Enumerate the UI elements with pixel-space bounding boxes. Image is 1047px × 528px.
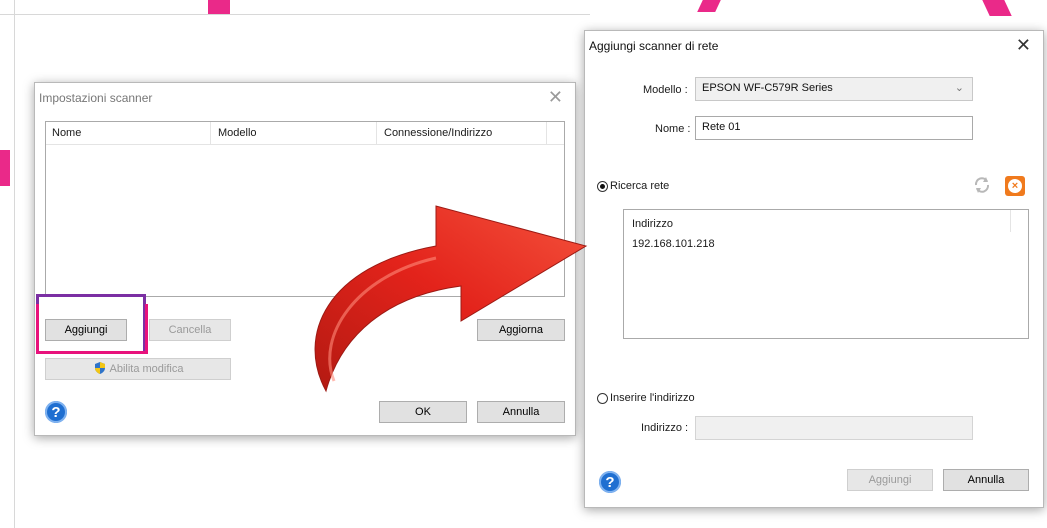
stop-icon[interactable]: ×: [1005, 176, 1025, 196]
add-network-scanner-dialog: Aggiungi scanner di rete ✕ Modello : EPS…: [584, 30, 1044, 508]
decorative-pink-strip: [208, 0, 230, 14]
model-select-value: EPSON WF-C579R Series: [702, 82, 833, 94]
address-input[interactable]: [695, 416, 973, 440]
column-header-connection[interactable]: Connessione/Indirizzo: [384, 127, 492, 139]
frame-line: [0, 14, 590, 15]
address-list-header[interactable]: Indirizzo: [632, 218, 673, 230]
address-label: Indirizzo :: [641, 422, 689, 434]
address-list-item[interactable]: 192.168.101.218: [632, 238, 715, 250]
stop-icon-mark: ×: [1008, 179, 1022, 193]
highlight-box-pink: [36, 304, 148, 354]
decorative-pink-strip: [697, 0, 721, 12]
shield-icon: [93, 361, 107, 378]
help-icon[interactable]: ?: [599, 471, 621, 493]
chevron-down-icon: ⌄: [954, 82, 964, 94]
add-network-scanner-titlebar: Aggiungi scanner di rete ✕: [585, 31, 1043, 61]
add-button[interactable]: Aggiungi: [847, 469, 933, 491]
enable-edit-label: Abilita modifica: [109, 363, 184, 375]
enter-address-label[interactable]: Inserire l'indirizzo: [610, 392, 695, 404]
scanner-list-header: Nome Modello Connessione/Indirizzo: [46, 122, 564, 145]
column-divider: [210, 122, 211, 144]
decorative-pink-strip: [0, 150, 10, 186]
address-list[interactable]: Indirizzo 192.168.101.218: [623, 209, 1029, 339]
column-divider: [376, 122, 377, 144]
name-label: Nome :: [655, 123, 691, 135]
help-icon[interactable]: ?: [45, 401, 67, 423]
column-header-model[interactable]: Modello: [218, 127, 257, 139]
name-input[interactable]: Rete 01: [695, 116, 973, 140]
column-divider: [1010, 210, 1011, 232]
model-select[interactable]: EPSON WF-C579R Series ⌄: [695, 77, 973, 101]
cancel-button[interactable]: Annulla: [943, 469, 1029, 491]
search-network-label[interactable]: Ricerca rete: [610, 180, 669, 192]
column-header-name[interactable]: Nome: [52, 127, 81, 139]
dialog-title: Aggiungi scanner di rete: [589, 39, 719, 53]
column-divider: [546, 122, 547, 144]
scanner-settings-titlebar: Impostazioni scanner ✕: [35, 83, 575, 113]
dialog-title: Impostazioni scanner: [39, 91, 153, 105]
delete-button[interactable]: Cancella: [149, 319, 231, 341]
refresh-icon[interactable]: [971, 174, 993, 199]
model-label: Modello :: [643, 84, 688, 96]
enable-edit-button[interactable]: Abilita modifica: [45, 358, 231, 380]
close-icon[interactable]: ✕: [1016, 35, 1031, 56]
frame-line: [14, 0, 15, 528]
red-arrow-icon: [314, 205, 588, 393]
decorative-pink-strip: [982, 0, 1012, 16]
close-icon[interactable]: ✕: [548, 87, 563, 108]
